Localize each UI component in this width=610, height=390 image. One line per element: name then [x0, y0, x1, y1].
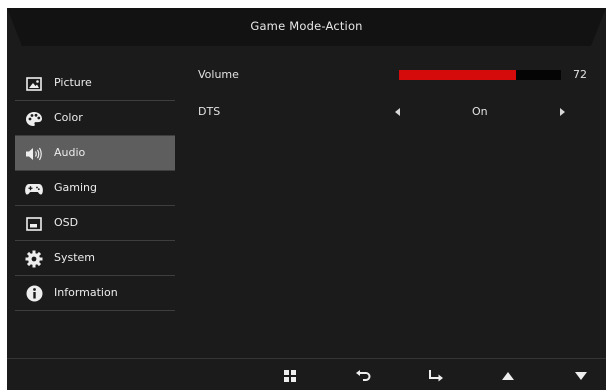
sidebar-item-label: Color — [54, 111, 83, 124]
gear-icon — [25, 250, 43, 267]
sidebar-item-information[interactable]: Information — [15, 276, 175, 311]
sidebar-item-audio[interactable]: Audio — [15, 136, 175, 171]
sidebar-item-label: Gaming — [54, 181, 97, 194]
dts-right-arrow-icon[interactable] — [560, 108, 565, 116]
picture-icon — [25, 75, 43, 92]
up-arrow-icon[interactable] — [500, 369, 516, 383]
sidebar-item-system[interactable]: System — [15, 241, 175, 276]
sidebar-item-label: System — [54, 251, 96, 264]
volume-slider-fill — [399, 70, 516, 80]
sidebar-item-color[interactable]: Color — [15, 101, 175, 136]
volume-label: Volume — [198, 68, 239, 81]
info-icon — [25, 285, 43, 302]
osd-window-icon — [25, 215, 43, 232]
sidebar-item-label: Information — [54, 286, 118, 299]
gamepad-icon — [25, 180, 43, 197]
sidebar: Picture Color Audio Gaming OSD System In… — [15, 66, 175, 311]
menu-grid-icon[interactable] — [282, 369, 298, 383]
volume-value: 72 — [573, 68, 587, 81]
dts-label: DTS — [198, 105, 221, 118]
osd-menu: Game Mode-Action Picture Color Audio Gam… — [7, 8, 606, 390]
speaker-icon — [25, 145, 43, 162]
page-title: Game Mode-Action — [250, 19, 363, 33]
sidebar-item-label: Audio — [54, 146, 86, 159]
color-palette-icon — [25, 110, 43, 127]
back-arrow-icon[interactable] — [355, 369, 371, 383]
enter-arrow-icon[interactable] — [427, 369, 443, 383]
dts-value: On — [472, 105, 488, 118]
sidebar-item-picture[interactable]: Picture — [15, 66, 175, 101]
footer-divider — [7, 358, 606, 359]
sidebar-item-label: Picture — [54, 76, 92, 89]
dts-left-arrow-icon[interactable] — [395, 108, 400, 116]
sidebar-item-osd[interactable]: OSD — [15, 206, 175, 241]
sidebar-item-gaming[interactable]: Gaming — [15, 171, 175, 206]
down-arrow-icon[interactable] — [573, 369, 589, 383]
volume-slider[interactable] — [399, 70, 561, 80]
sidebar-item-label: OSD — [54, 216, 79, 229]
